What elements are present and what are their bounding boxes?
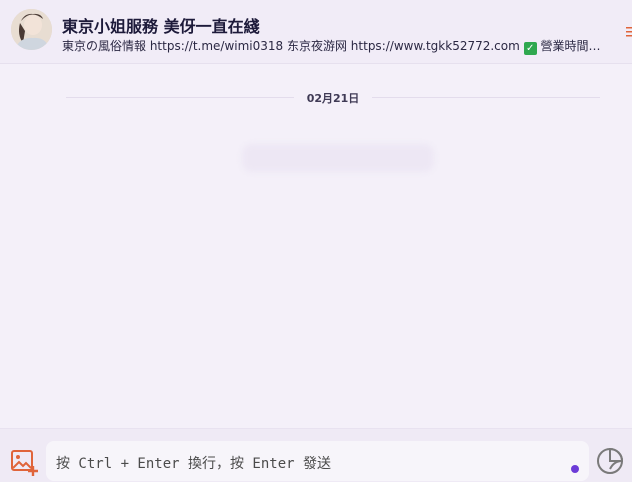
divider-right [372, 97, 600, 98]
date-separator: 02月21日 [66, 88, 600, 108]
date-label: 02月21日 [306, 92, 360, 105]
message-input[interactable] [46, 441, 589, 481]
chat-header: 東京小姐服務 美伢一直在綫 東京の風俗情報 https://t.me/wimi0… [0, 0, 632, 64]
menu-icon[interactable] [626, 24, 632, 38]
chat-description-suffix: 營業時間：... [540, 39, 607, 53]
status-dot [571, 465, 579, 473]
chat-description: 東京の風俗情報 https://t.me/wimi0318 东京夜游网 http… [62, 37, 607, 55]
avatar[interactable] [11, 9, 52, 50]
chat-description-text: 東京の風俗情報 https://t.me/wimi0318 东京夜游网 http… [62, 39, 520, 53]
message-bubble-placeholder [242, 144, 434, 172]
image-add-icon[interactable] [11, 449, 41, 477]
sticker-icon[interactable] [596, 447, 624, 475]
composer-bar [0, 428, 632, 482]
check-mark-icon: ✓ [523, 42, 537, 55]
divider-left [66, 97, 294, 98]
chat-title: 東京小姐服務 美伢一直在綫 [62, 17, 260, 36]
